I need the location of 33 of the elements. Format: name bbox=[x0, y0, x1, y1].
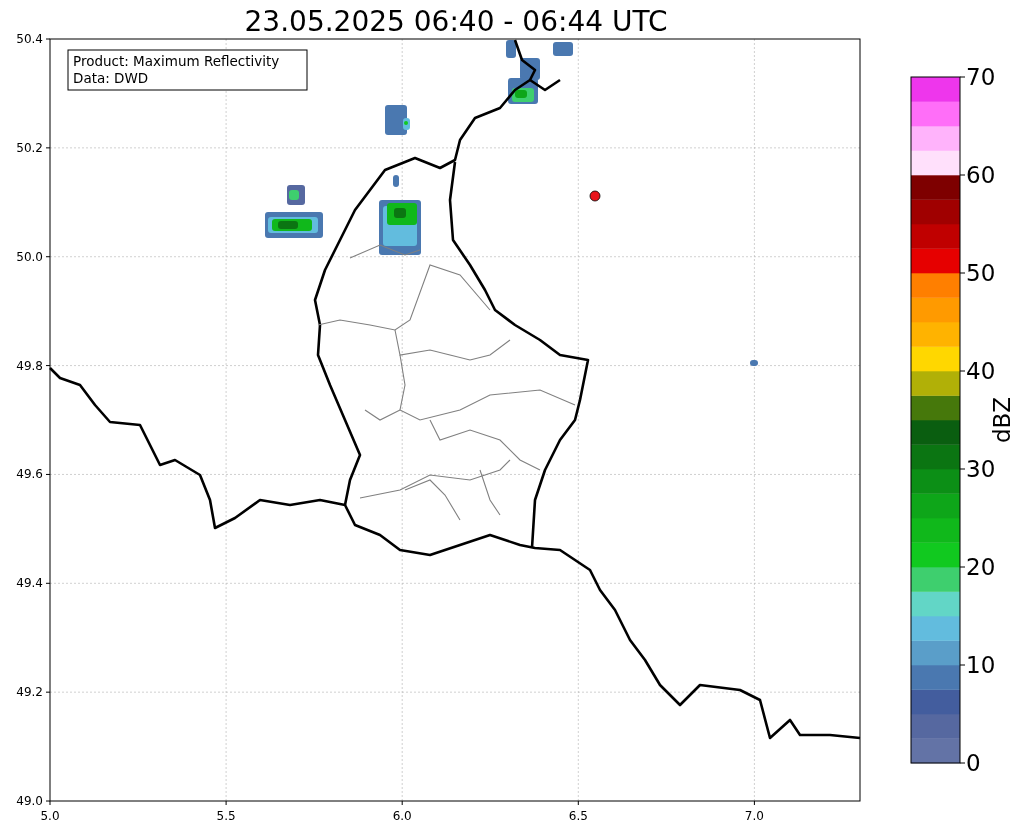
axis-tick-label: 50.2 bbox=[16, 140, 43, 155]
axis-tick-label: 49.6 bbox=[16, 467, 43, 482]
colorbar-tick-label: 40 bbox=[966, 358, 996, 384]
axis-tick-label: 49.4 bbox=[16, 576, 43, 591]
colorbar-tick-label: 70 bbox=[966, 64, 996, 90]
colorbar-tick-label: 20 bbox=[966, 554, 996, 580]
radar-echo bbox=[287, 185, 305, 205]
chart-title: 23.05.2025 06:40 - 06:44 UTC bbox=[244, 5, 668, 38]
radar-echo bbox=[379, 200, 421, 255]
axis-tick-label: 5.5 bbox=[216, 809, 236, 823]
axis-tick-label: 50.4 bbox=[16, 32, 43, 46]
axis-tick-label: 6.5 bbox=[568, 809, 588, 823]
axis-tick-label: 6.0 bbox=[392, 809, 412, 823]
colorbar-tick-label: 30 bbox=[966, 456, 996, 482]
axis-tick-label: 5.0 bbox=[40, 809, 60, 823]
colorbar-tick-label: 0 bbox=[966, 750, 981, 776]
axis-tick-label: 49.0 bbox=[16, 794, 43, 808]
axis-tick-label: 50.0 bbox=[16, 249, 43, 264]
colorbar-tick-label: 50 bbox=[966, 260, 996, 286]
radar-echo bbox=[385, 105, 410, 135]
annotation-text: Product: Maximum Reflectivity bbox=[73, 53, 280, 69]
radar-echo bbox=[750, 360, 758, 366]
axis-tick-label: 49.2 bbox=[16, 685, 43, 700]
axis-tick-label: 7.0 bbox=[744, 809, 764, 823]
radar-echo bbox=[393, 175, 399, 187]
axis-tick-label: 49.8 bbox=[16, 358, 43, 373]
radar-echo bbox=[265, 212, 323, 238]
colorbar-tick-label: 10 bbox=[966, 652, 996, 678]
location-marker bbox=[589, 190, 601, 202]
radar-echo bbox=[553, 42, 573, 56]
annotation-text: Data: DWD bbox=[73, 70, 149, 86]
colorbar-tick-label: 60 bbox=[966, 162, 996, 188]
colorbar-label: dBZ bbox=[989, 396, 1015, 444]
